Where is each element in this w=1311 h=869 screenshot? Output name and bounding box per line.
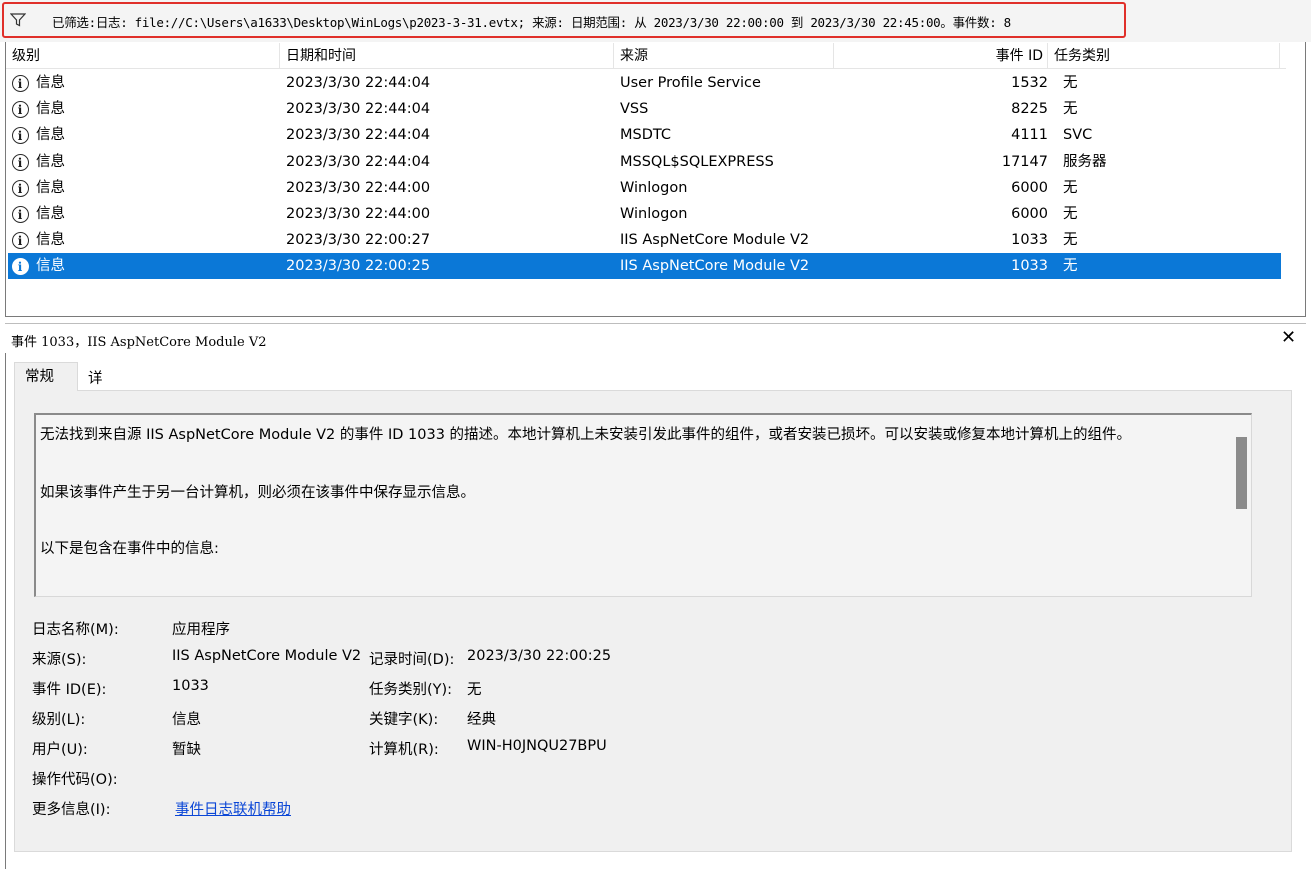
table-row[interactable]: 信息 2023/3/30 22:00:27 IIS AspNetCore Modul… [8, 227, 1281, 254]
panel-divider [5, 323, 6, 869]
datetime-cell: 2023/3/30 22:44:04 [286, 101, 431, 118]
column-header-source[interactable]: 来源 [614, 43, 834, 69]
level-text: 信息 [36, 179, 65, 196]
event-id-cell: 1033 [1011, 232, 1048, 249]
info-icon [12, 123, 29, 149]
datetime-cell: 2023/3/30 22:44:04 [286, 127, 431, 144]
computer-label: 计算机(R): [369, 742, 439, 758]
event-id-cell: 6000 [1011, 206, 1048, 222]
detail-title: 事件 1033，IIS AspNetCore Module V2 [11, 335, 267, 350]
task-category-label: 任务类别(Y): [369, 682, 453, 698]
source-cell: VSS [620, 101, 649, 118]
event-id-cell: 4111 [1011, 127, 1048, 144]
info-icon [12, 97, 29, 123]
source-label: 来源(S): [32, 652, 87, 668]
log-name-value: 应用程序 [172, 622, 230, 638]
column-header-datetime[interactable]: 日期和时间 [280, 43, 614, 69]
level-text: 信息 [36, 232, 65, 249]
logged-value: 2023/3/30 22:00:25 [467, 648, 612, 664]
event-id-label: 事件 ID(E): [32, 682, 107, 698]
user-value: 暂缺 [172, 742, 201, 758]
event-list-header: 级别 日期和时间 来源 事件 ID 任务类别 [6, 43, 1286, 69]
close-icon[interactable]: ✕ [1281, 327, 1296, 348]
task-category-cell: SVC [1063, 127, 1093, 144]
tab-details[interactable]: 详细信息 [78, 365, 113, 471]
table-row[interactable]: 信息 2023/3/30 22:44:04 VSS 8225 无 [8, 96, 1281, 123]
task-category-cell: 无 [1063, 232, 1078, 249]
task-category-cell: 服务器 [1063, 153, 1107, 170]
level-text: 信息 [36, 101, 65, 118]
datetime-cell: 2023/3/30 22:44:00 [286, 206, 431, 222]
event-id-cell: 8225 [1011, 101, 1048, 118]
description-line: 如果该事件产生于另一台计算机，则必须在该事件中保存显示信息。 [40, 485, 475, 501]
task-category-cell: 无 [1063, 101, 1078, 118]
level-text: 信息 [36, 206, 65, 222]
event-id-cell: 1532 [1011, 75, 1048, 91]
source-cell: MSSQL$SQLEXPRESS [620, 153, 774, 170]
table-row[interactable]: 信息 2023/3/30 22:00:25 IIS AspNetCore Modul… [8, 253, 1281, 280]
table-row[interactable]: 信息 2023/3/30 22:44:04 User Profile Service… [8, 70, 1281, 97]
level-text: 信息 [36, 153, 65, 170]
tab-general[interactable]: 常规 [14, 362, 78, 391]
source-cell: IIS AspNetCore Module V2 [620, 232, 810, 249]
event-id-cell: 17147 [1001, 153, 1048, 170]
event-log-online-help-link[interactable]: 事件日志联机帮助 [175, 798, 291, 819]
scroll-thumb[interactable] [1236, 437, 1247, 509]
description-line: 无法找到来自源 IIS AspNetCore Module V2 的事件 ID … [40, 427, 1132, 443]
source-cell: MSDTC [620, 127, 672, 144]
task-category-cell: 无 [1063, 258, 1078, 275]
source-value: IIS AspNetCore Module V2 [172, 648, 362, 664]
level-text: 信息 [36, 127, 65, 144]
datetime-cell: 2023/3/30 22:44:04 [286, 75, 431, 91]
event-description[interactable]: 无法找到来自源 IIS AspNetCore Module V2 的事件 ID … [34, 413, 1252, 597]
task-category-cell: 无 [1063, 206, 1078, 222]
table-row[interactable]: 信息 2023/3/30 22:44:00 Winlogon 6000 无 [8, 175, 1281, 202]
level-label: 级别(L): [32, 712, 86, 728]
info-icon [12, 71, 29, 97]
logged-label: 记录时间(D): [369, 652, 455, 668]
level-text: 信息 [36, 75, 65, 91]
datetime-cell: 2023/3/30 22:00:27 [286, 232, 431, 249]
table-row[interactable]: 信息 2023/3/30 22:44:04 MSDTC 4111 SVC [8, 122, 1281, 149]
log-name-label: 日志名称(M): [32, 622, 119, 638]
task-category-value: 无 [467, 682, 482, 698]
source-cell: IIS AspNetCore Module V2 [620, 258, 810, 275]
datetime-cell: 2023/3/30 22:44:00 [286, 179, 431, 196]
detail-header: 事件 1033，IIS AspNetCore Module V2 ✕ [5, 323, 1306, 353]
info-icon [12, 150, 29, 176]
task-category-cell: 无 [1063, 75, 1078, 91]
opcode-label: 操作代码(O): [32, 772, 118, 788]
user-label: 用户(U): [32, 742, 88, 758]
filter-bar: 已筛选:日志: file://C:\Users\a1633\Desktop\Wi… [0, 0, 1311, 42]
table-row[interactable]: 信息 2023/3/30 22:44:04 MSSQL$SQLEXPRESS 1714… [8, 149, 1281, 176]
filter-highlight-box [2, 2, 1126, 38]
datetime-cell: 2023/3/30 22:00:25 [286, 258, 431, 275]
description-line: 以下是包含在事件中的信息: [40, 541, 219, 557]
keywords-value: 经典 [467, 712, 496, 728]
info-icon [12, 202, 29, 228]
info-icon [12, 176, 29, 202]
event-id-cell: 6000 [1011, 179, 1048, 196]
description-scrollbar[interactable] [1232, 415, 1251, 596]
column-header-task-category[interactable]: 任务类别 [1048, 43, 1280, 69]
more-info-label: 更多信息(I): [32, 802, 111, 818]
task-category-cell: 无 [1063, 179, 1078, 196]
level-text: 信息 [36, 258, 65, 275]
event-id-cell: 1033 [1011, 258, 1048, 275]
keywords-label: 关键字(K): [369, 712, 439, 728]
column-header-event-id[interactable]: 事件 ID [834, 43, 1048, 69]
event-id-value: 1033 [172, 678, 209, 694]
source-cell: Winlogon [620, 206, 688, 222]
level-value: 信息 [172, 712, 201, 728]
table-row[interactable]: 信息 2023/3/30 22:44:00 Winlogon 6000 无 [8, 201, 1281, 228]
datetime-cell: 2023/3/30 22:44:04 [286, 153, 431, 170]
event-list[interactable]: 级别 日期和时间 来源 事件 ID 任务类别 信息 2023/3/30 22:44… [5, 42, 1306, 317]
computer-value: WIN-H0JNQU27BPU [467, 738, 607, 754]
source-cell: Winlogon [620, 179, 688, 196]
info-icon [12, 228, 29, 254]
column-header-level[interactable]: 级别 [6, 43, 280, 69]
info-icon [12, 254, 29, 280]
source-cell: User Profile Service [620, 75, 761, 91]
